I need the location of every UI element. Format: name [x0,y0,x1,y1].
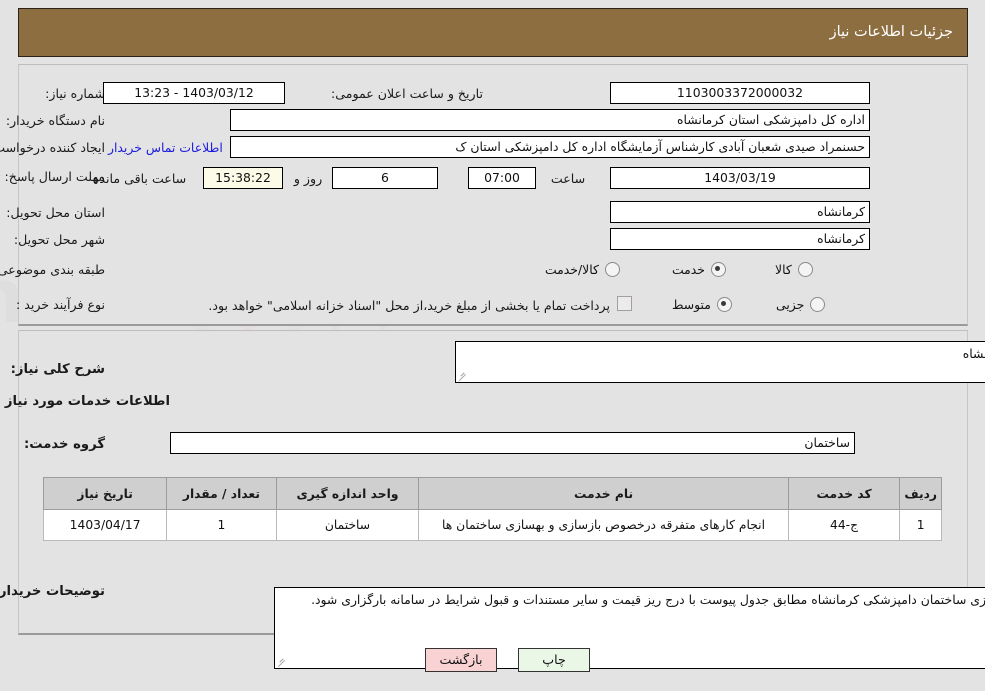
treasury-checkbox[interactable] [617,296,632,315]
service-group-label: گروه خدمت: [24,437,105,452]
deadline-countdown-label: ساعت باقی مانده [92,171,187,186]
table-header-row: ردیف کد خدمت نام خدمت واحد اندازه گیری ت… [42,477,942,510]
page-header-bar: جزئیات اطلاعات نیاز [18,8,968,57]
cell-unit: ساختمان [275,509,420,541]
column-header-service-name: نام خدمت [418,477,789,510]
buyer-contact-link[interactable]: اطلاعات تماس خریدار [108,140,223,155]
purchase-option-jozei-label: جزیی [776,297,805,312]
radio-kala-khedmat-icon[interactable] [604,262,620,277]
announce-datetime-value: 1403/03/12 - 13:23 [103,82,285,104]
column-header-row-no: ردیف [899,477,942,510]
treasury-checkbox-icon[interactable] [617,296,632,311]
table-row[interactable]: 1 ج-44 انجام کارهای متفرقه درخصوص بازساز… [42,509,942,541]
service-group-value: ساختمان [170,432,855,454]
radio-khedmat-icon[interactable] [710,262,726,277]
requester-label: ایجاد کننده درخواست: [0,140,105,155]
need-number-value: 1103003372000032 [610,82,870,104]
cell-row-no: 1 [899,509,942,541]
services-table: ردیف کد خدمت نام خدمت واحد اندازه گیری ت… [42,477,942,541]
deadline-countdown-value: 15:38:22 [203,167,283,189]
category-option-kala-khedmat-label: کالا/خدمت [545,262,599,277]
cell-quantity: 1 [166,509,277,541]
print-button[interactable]: چاپ [518,648,590,672]
cell-service-code: ج-44 [787,509,901,541]
category-option-kala-label: کالا [775,262,792,277]
purchase-option-motevaset[interactable]: متوسط [672,297,732,312]
treasury-text: پرداخت تمام یا بخشی از مبلغ خرید،از محل … [208,298,610,313]
resize-grip-icon[interactable] [277,657,287,667]
purchase-option-jozei[interactable]: جزیی [776,297,826,312]
category-option-khedmat-label: خدمت [672,262,705,277]
deadline-days-value: 6 [332,167,438,189]
page-title: جزئیات اطلاعات نیاز [829,24,953,40]
category-option-khedmat[interactable]: خدمت [672,262,726,277]
radio-kala-icon[interactable] [797,262,813,277]
deadline-time-value: 07:00 [468,167,536,189]
buyer-notes-textarea[interactable]: تعمیر و بهسازی ساختمان دامپزشکی کرمانشاه… [274,587,985,669]
need-number-label: شماره نیاز: [45,86,105,101]
category-option-kala-khedmat[interactable]: کالا/خدمت [545,262,620,277]
buyer-org-value: اداره کل دامپزشکی استان کرمانشاه [230,109,870,131]
cell-service-name: انجام کارهای متفرقه درخصوص بازسازی و بهس… [418,509,789,541]
page-root: جزئیات اطلاعات نیاز AnaTender.net شماره … [0,0,985,691]
purchase-process-label: نوع فرآیند خرید : [15,297,105,312]
deadline-days-label: روز و [293,171,323,186]
general-desc-value: تعمیر ساختمان دامپزشکی کرمانشاه [962,346,985,361]
delivery-city-label: شهر محل تحویل: [13,232,105,247]
general-desc-label: شرح کلی نیاز: [10,362,105,377]
delivery-province-value: کرمانشاه [610,201,870,223]
services-section-title: اطلاعات خدمات مورد نیاز [4,394,170,409]
delivery-province-label: استان محل تحویل: [6,205,105,220]
announce-datetime-label: تاریخ و ساعت اعلان عمومی: [331,86,483,101]
column-header-service-code: کد خدمت [787,477,901,510]
column-header-quantity: تعداد / مقدار [166,477,277,510]
buyer-org-label: نام دستگاه خریدار: [5,113,105,128]
buyer-notes-label: توضیحات خریدار: [0,584,105,599]
column-header-unit: واحد اندازه گیری [275,477,420,510]
column-header-need-date: تاریخ نیاز [42,477,168,510]
delivery-city-value: کرمانشاه [610,228,870,250]
purchase-option-motevaset-label: متوسط [672,297,711,312]
requester-value: حسنمراد صیدی شعبان آبادی کارشناس آزمایشگ… [230,136,870,158]
general-desc-textarea[interactable]: تعمیر ساختمان دامپزشکی کرمانشاه [455,341,985,383]
buyer-notes-value: تعمیر و بهسازی ساختمان دامپزشکی کرمانشاه… [311,592,985,607]
category-option-kala[interactable]: کالا [775,262,813,277]
radio-jozei-icon[interactable] [810,297,826,312]
radio-motevaset-icon[interactable] [716,297,732,312]
cell-need-date: 1403/04/17 [42,509,168,541]
back-button[interactable]: بازگشت [425,648,497,672]
deadline-time-label: ساعت [550,171,586,186]
deadline-date-value: 1403/03/19 [610,167,870,189]
resize-grip-icon[interactable] [458,371,468,381]
category-label: طبقه بندی موضوعی: [0,262,105,277]
